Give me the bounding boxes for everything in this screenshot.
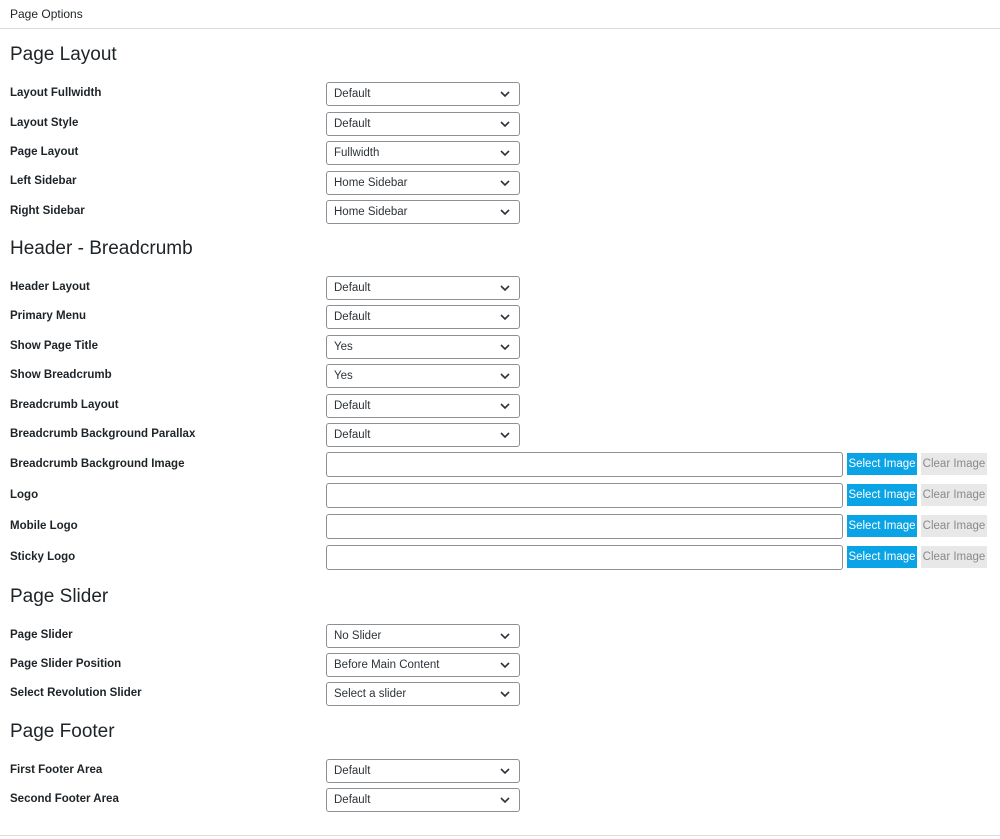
- right-sidebar-value: Home Sidebar: [334, 206, 408, 218]
- logo-clear-button[interactable]: Clear Image: [921, 484, 987, 506]
- label-layout-style: Layout Style: [10, 117, 79, 129]
- breadcrumb-bg-image-input[interactable]: [326, 452, 843, 477]
- logo-input[interactable]: [326, 483, 843, 508]
- first-footer-area-select[interactable]: Default: [326, 759, 520, 783]
- label-left-sidebar: Left Sidebar: [10, 175, 77, 187]
- revolution-slider-select[interactable]: Select a slider: [326, 682, 520, 706]
- page-slider-position-select[interactable]: Before Main Content: [326, 653, 520, 677]
- breadcrumb-layout-value: Default: [334, 400, 371, 412]
- right-sidebar-select[interactable]: Home Sidebar: [326, 200, 520, 224]
- sticky-logo-select-button[interactable]: Select Image: [847, 546, 917, 568]
- breadcrumb-bg-image-clear-button[interactable]: Clear Image: [921, 453, 987, 475]
- page-layout-select[interactable]: Fullwidth: [326, 141, 520, 165]
- chevron-down-icon: [500, 285, 510, 292]
- chevron-down-icon: [500, 768, 510, 775]
- panel-title: Page Options: [0, 0, 1000, 29]
- breadcrumb-bg-image-select-button[interactable]: Select Image: [847, 453, 917, 475]
- page-slider-value: No Slider: [334, 630, 382, 642]
- label-layout-fullwidth: Layout Fullwidth: [10, 87, 102, 99]
- section-title-page-layout: Page Layout: [10, 44, 117, 65]
- breadcrumb-bg-parallax-select[interactable]: Default: [326, 423, 520, 447]
- revolution-slider-value: Select a slider: [334, 688, 407, 700]
- mobile-logo-input[interactable]: [326, 514, 843, 539]
- layout-style-select[interactable]: Default: [326, 112, 520, 136]
- chevron-down-icon: [500, 797, 510, 804]
- chevron-down-icon: [500, 373, 510, 380]
- show-breadcrumb-value: Yes: [334, 370, 353, 382]
- header-layout-value: Default: [334, 282, 371, 294]
- label-page-slider-position: Page Slider Position: [10, 658, 122, 670]
- label-breadcrumb-bg-image: Breadcrumb Background Image: [10, 458, 185, 470]
- show-breadcrumb-select[interactable]: Yes: [326, 364, 520, 388]
- label-primary-menu: Primary Menu: [10, 310, 87, 322]
- chevron-down-icon: [500, 314, 510, 321]
- chevron-down-icon: [500, 691, 510, 698]
- second-footer-area-value: Default: [334, 794, 371, 806]
- section-title-page-footer: Page Footer: [10, 721, 115, 742]
- layout-fullwidth-select[interactable]: Default: [326, 82, 520, 106]
- page-options-panel: Page Options Page Layout Layout Fullwidt…: [0, 0, 1000, 839]
- page-layout-value: Fullwidth: [334, 147, 380, 159]
- left-sidebar-select[interactable]: Home Sidebar: [326, 171, 520, 195]
- chevron-down-icon: [500, 633, 510, 640]
- label-show-breadcrumb: Show Breadcrumb: [10, 369, 112, 381]
- label-header-layout: Header Layout: [10, 281, 90, 293]
- mobile-logo-clear-button[interactable]: Clear Image: [921, 515, 987, 537]
- chevron-down-icon: [500, 432, 510, 439]
- section-title-header-breadcrumb: Header - Breadcrumb: [10, 238, 193, 259]
- primary-menu-select[interactable]: Default: [326, 305, 520, 329]
- first-footer-area-value: Default: [334, 765, 371, 777]
- second-footer-area-select[interactable]: Default: [326, 788, 520, 812]
- label-show-page-title: Show Page Title: [10, 340, 98, 352]
- label-breadcrumb-bg-parallax: Breadcrumb Background Parallax: [10, 428, 196, 440]
- label-breadcrumb-layout: Breadcrumb Layout: [10, 399, 119, 411]
- chevron-down-icon: [500, 662, 510, 669]
- chevron-down-icon: [500, 344, 510, 351]
- label-sticky-logo: Sticky Logo: [10, 551, 76, 563]
- label-revolution-slider: Select Revolution Slider: [10, 687, 142, 699]
- left-sidebar-value: Home Sidebar: [334, 177, 408, 189]
- label-page-slider: Page Slider: [10, 629, 73, 641]
- panel-bottom-divider: [0, 835, 1000, 836]
- header-layout-select[interactable]: Default: [326, 276, 520, 300]
- label-mobile-logo: Mobile Logo: [10, 520, 78, 532]
- layout-style-value: Default: [334, 118, 371, 130]
- show-page-title-select[interactable]: Yes: [326, 335, 520, 359]
- layout-fullwidth-value: Default: [334, 88, 371, 100]
- label-right-sidebar: Right Sidebar: [10, 205, 85, 217]
- chevron-down-icon: [500, 150, 510, 157]
- mobile-logo-select-button[interactable]: Select Image: [847, 515, 917, 537]
- label-logo: Logo: [10, 489, 39, 501]
- label-first-footer-area: First Footer Area: [10, 764, 103, 776]
- label-second-footer-area: Second Footer Area: [10, 793, 119, 805]
- chevron-down-icon: [500, 91, 510, 98]
- page-slider-position-value: Before Main Content: [334, 659, 440, 671]
- sticky-logo-input[interactable]: [326, 545, 843, 570]
- chevron-down-icon: [500, 403, 510, 410]
- show-page-title-value: Yes: [334, 341, 353, 353]
- chevron-down-icon: [500, 180, 510, 187]
- chevron-down-icon: [500, 209, 510, 216]
- section-title-page-slider: Page Slider: [10, 586, 109, 607]
- breadcrumb-layout-select[interactable]: Default: [326, 394, 520, 418]
- logo-select-button[interactable]: Select Image: [847, 484, 917, 506]
- sticky-logo-clear-button[interactable]: Clear Image: [921, 546, 987, 568]
- chevron-down-icon: [500, 121, 510, 128]
- breadcrumb-bg-parallax-value: Default: [334, 429, 371, 441]
- label-page-layout: Page Layout: [10, 146, 79, 158]
- page-slider-select[interactable]: No Slider: [326, 624, 520, 648]
- primary-menu-value: Default: [334, 311, 371, 323]
